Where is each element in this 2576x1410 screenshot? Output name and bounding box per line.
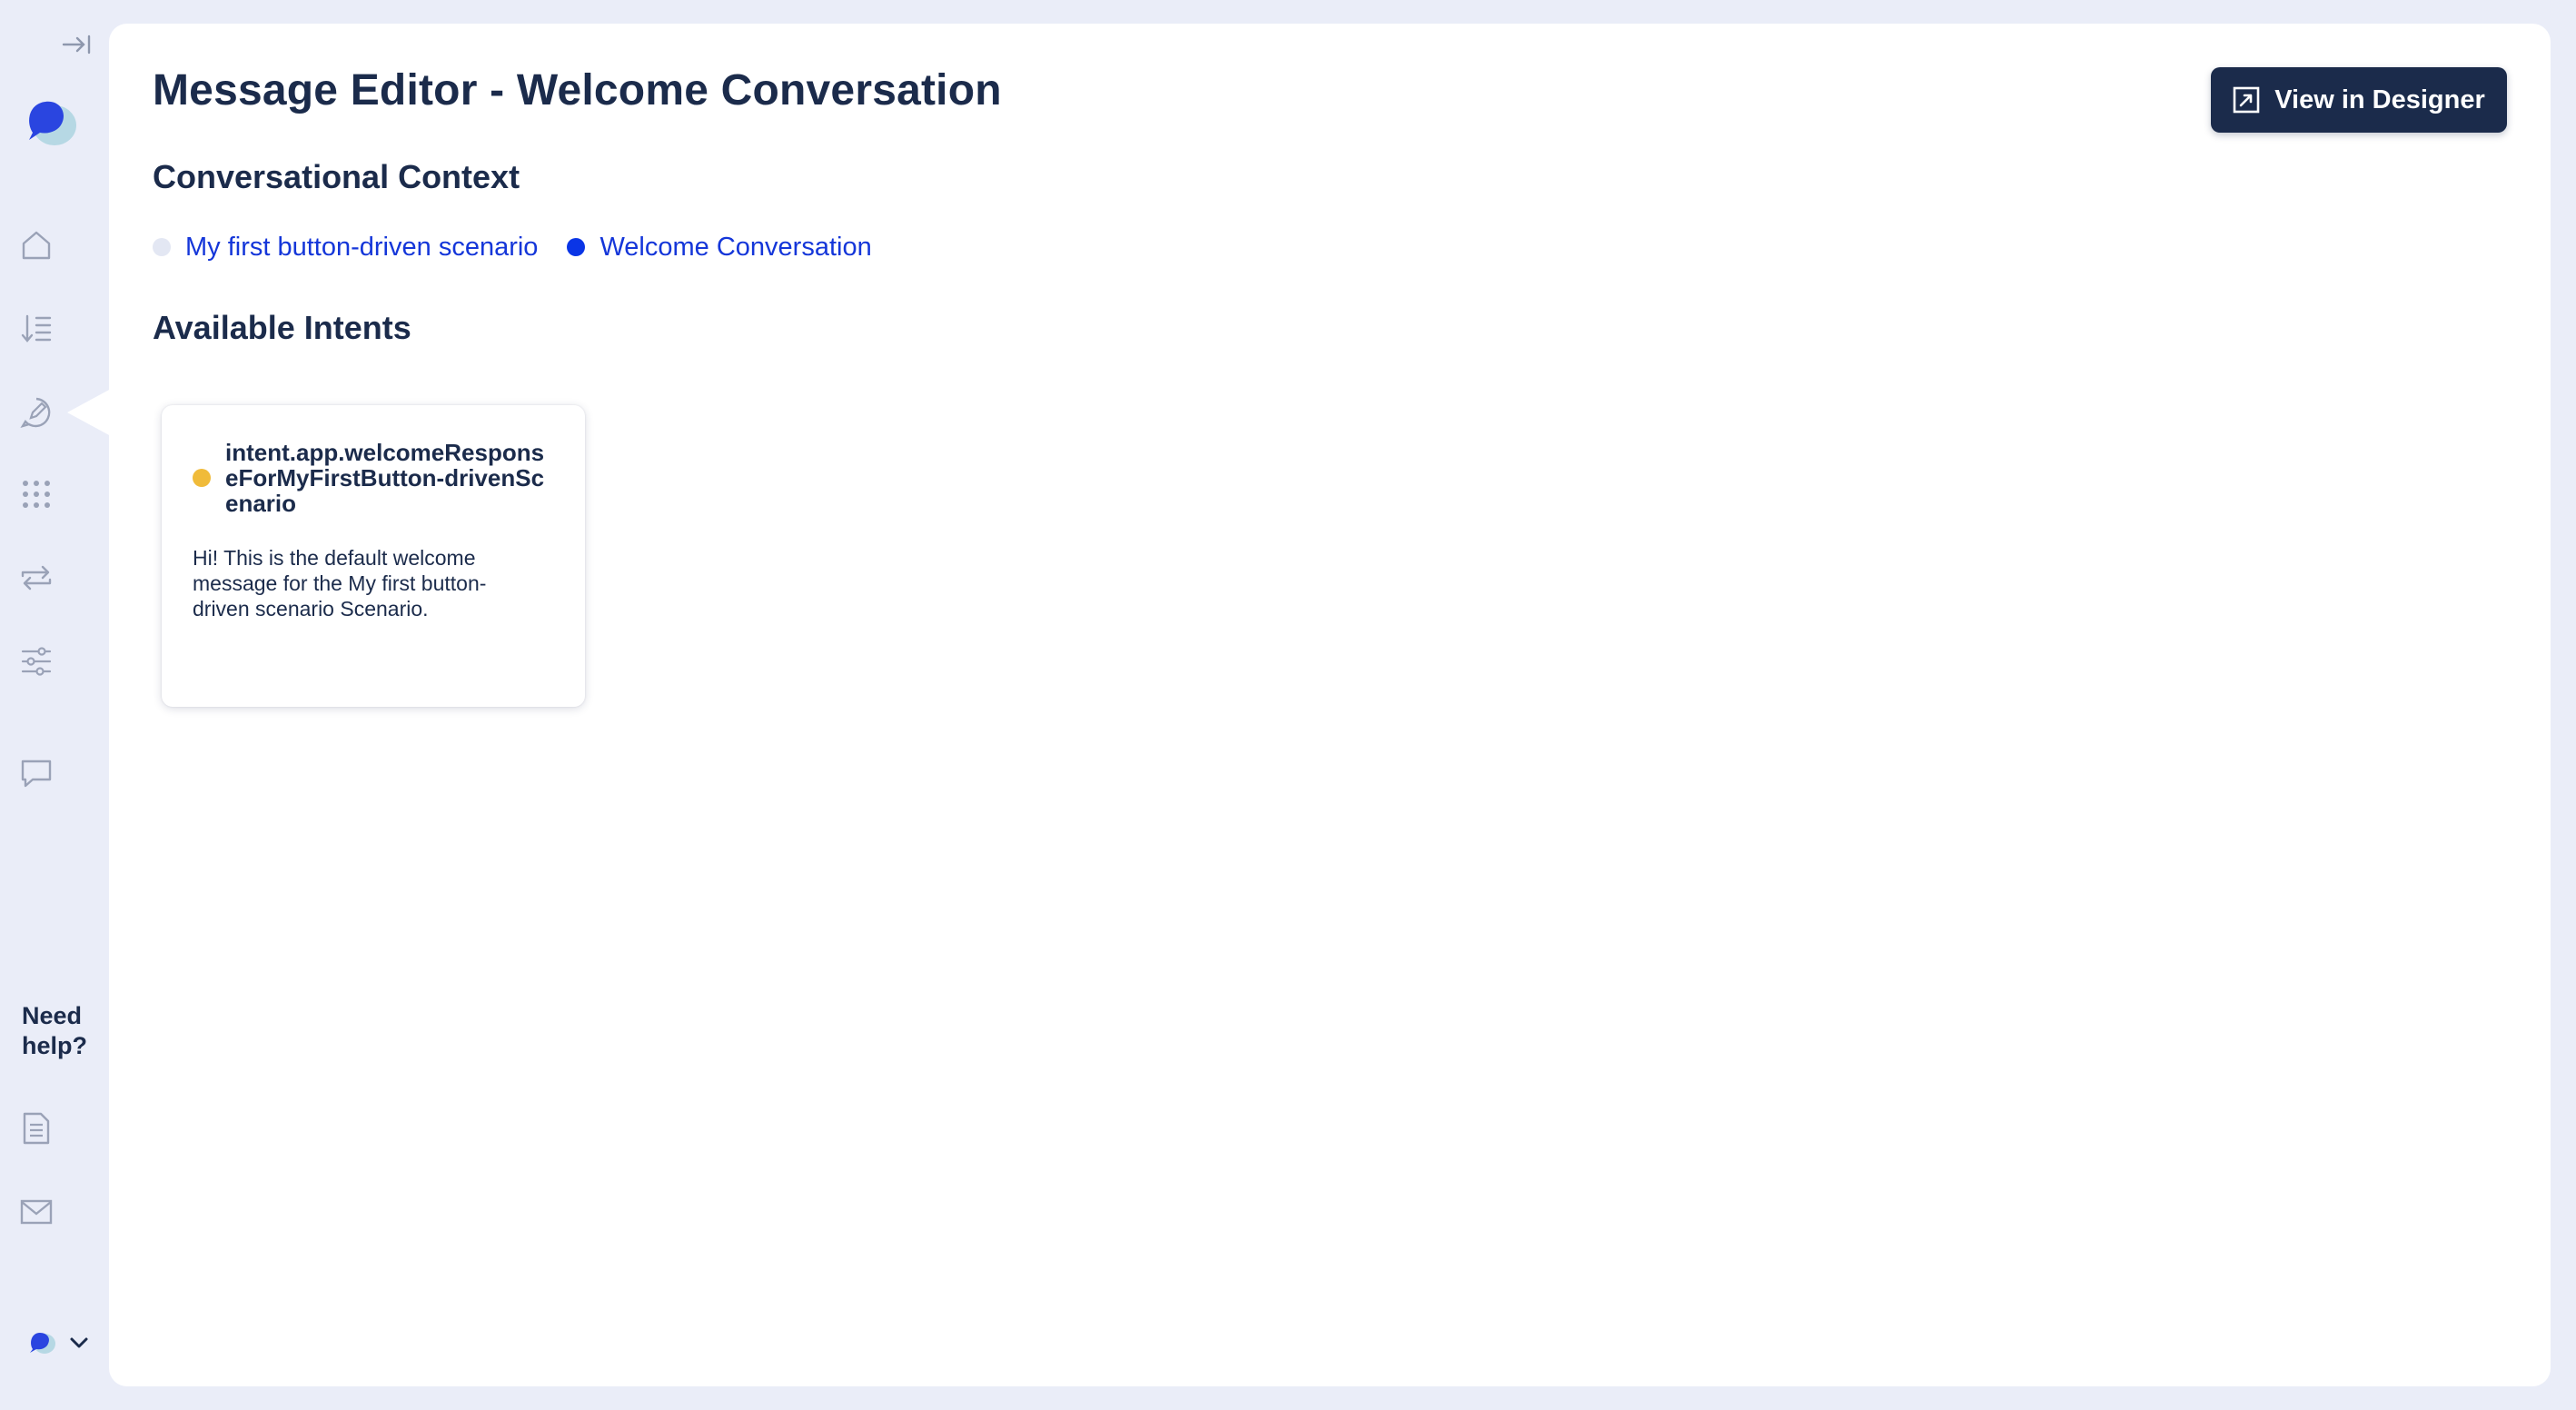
- view-in-designer-label: View in Designer: [2274, 84, 2485, 114]
- available-intents-title: Available Intents: [153, 309, 411, 346]
- intent-description: Hi! This is the default welcome message …: [193, 546, 487, 621]
- breadcrumb-conversation[interactable]: Welcome Conversation: [567, 232, 872, 263]
- main-panel: Message Editor - Welcome Conversation Vi…: [109, 24, 2551, 1386]
- sort-list-icon[interactable]: [16, 309, 56, 349]
- breadcrumb: My first button-driven scenario Welcome …: [153, 229, 901, 265]
- message-editor-icon[interactable]: [16, 392, 56, 432]
- breadcrumb-label: Welcome Conversation: [599, 232, 872, 262]
- collapse-sidebar-icon[interactable]: [60, 31, 94, 58]
- conversational-context-title: Conversational Context: [153, 158, 520, 195]
- intent-card-header: intent.app.welcomeResponseForMyFirstButt…: [193, 440, 556, 516]
- open-external-icon: [2233, 86, 2260, 114]
- settings-sliders-icon[interactable]: [16, 641, 56, 681]
- chat-icon[interactable]: [16, 754, 56, 794]
- page-title: Message Editor - Welcome Conversation: [153, 66, 1002, 114]
- apps-grid-icon[interactable]: [16, 474, 56, 514]
- breadcrumb-label: My first button-driven scenario: [185, 232, 539, 262]
- breadcrumb-dot-active: [567, 238, 586, 256]
- intent-card[interactable]: intent.app.welcomeResponseForMyFirstButt…: [162, 405, 585, 707]
- intent-name: intent.app.welcomeResponseForMyFirstButt…: [225, 439, 545, 517]
- active-nav-indicator: [67, 389, 111, 436]
- sidebar: Need help?: [0, 0, 109, 1410]
- mail-icon[interactable]: [16, 1192, 56, 1232]
- documentation-icon[interactable]: [16, 1108, 56, 1148]
- logo-icon[interactable]: [18, 91, 82, 154]
- view-in-designer-button[interactable]: View in Designer: [2211, 67, 2507, 133]
- chevron-down-icon: [70, 1337, 88, 1348]
- breadcrumb-dot: [153, 238, 171, 256]
- account-menu[interactable]: [27, 1325, 104, 1361]
- breadcrumb-scenario[interactable]: My first button-driven scenario: [153, 233, 538, 263]
- account-avatar-icon: [30, 1333, 55, 1354]
- need-help-label: Need help?: [22, 1002, 87, 1059]
- home-icon[interactable]: [16, 225, 56, 265]
- intent-status-dot: [193, 469, 211, 487]
- repeat-icon[interactable]: [16, 558, 56, 598]
